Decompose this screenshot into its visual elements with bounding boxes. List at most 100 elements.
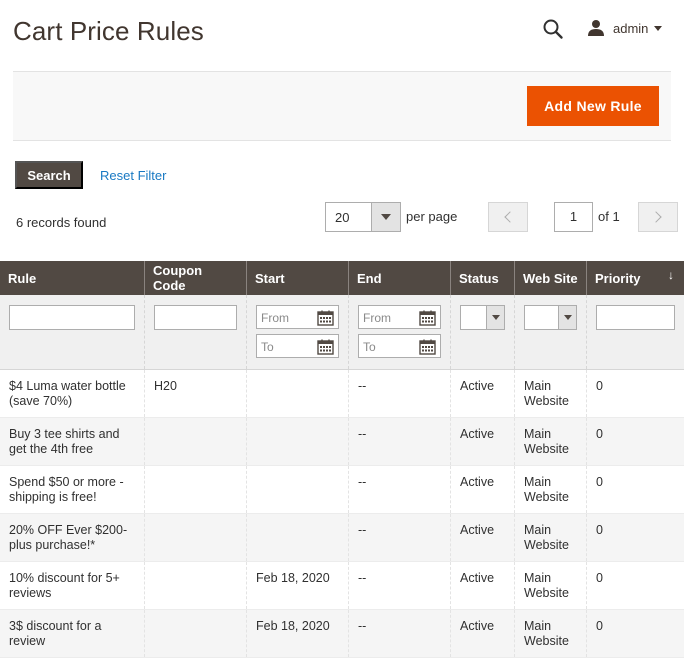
website-cell: Main Website (515, 514, 587, 561)
date-placeholder: To (363, 340, 376, 354)
coupon-cell (145, 610, 247, 657)
website-cell: Main Website (515, 610, 587, 657)
caret-down-icon (654, 25, 663, 31)
table-row[interactable]: 10% discount for 5+ reviews Feb 18, 2020… (0, 562, 684, 610)
end-cell: -- (349, 466, 451, 513)
dropdown-arrow-icon (381, 214, 391, 220)
table-row[interactable]: 3$ discount for a review Feb 18, 2020 --… (0, 610, 684, 658)
table-row[interactable]: Spend $50 or more - shipping is free! --… (0, 466, 684, 514)
date-placeholder: From (363, 311, 391, 325)
coupon-cell (145, 466, 247, 513)
filter-row: From To From To (0, 295, 684, 370)
column-header-label: Status (459, 270, 499, 286)
coupon-cell: H20 (145, 370, 247, 417)
website-filter-select[interactable] (524, 305, 577, 330)
start-cell (247, 418, 349, 465)
add-new-rule-button[interactable]: Add New Rule (527, 86, 659, 126)
chevron-right-icon (650, 211, 662, 223)
coupon-code-filter-input[interactable] (154, 305, 237, 330)
admin-username: admin (613, 20, 649, 36)
per-page-select[interactable]: 20 (325, 202, 401, 232)
next-page-button[interactable] (638, 202, 678, 232)
column-header-end[interactable]: End (349, 261, 451, 295)
sort-descending-icon: ↓ (668, 268, 674, 282)
column-header-start[interactable]: Start (247, 261, 349, 295)
website-filter-toggle[interactable] (558, 306, 576, 329)
website-cell: Main Website (515, 418, 587, 465)
page-title: Cart Price Rules (13, 16, 204, 46)
status-cell: Active (451, 562, 515, 609)
rule-cell: Buy 3 tee shirts and get the 4th free (0, 418, 145, 465)
per-page-dropdown-toggle[interactable] (371, 203, 400, 231)
reset-filter-link[interactable]: Reset Filter (100, 168, 166, 183)
calendar-icon[interactable] (419, 310, 436, 326)
date-placeholder: From (261, 311, 289, 325)
rule-cell: Spend $50 or more - shipping is free! (0, 466, 145, 513)
rule-filter-input[interactable] (9, 305, 135, 330)
priority-cell: 0 (596, 475, 603, 489)
status-cell: Active (451, 514, 515, 561)
user-icon (588, 20, 604, 36)
status-cell: Active (451, 370, 515, 417)
coupon-cell (145, 418, 247, 465)
priority-cell: 0 (596, 523, 603, 537)
column-header-priority[interactable]: Priority ↓ (587, 261, 684, 295)
status-filter-select[interactable] (460, 305, 505, 330)
start-cell (247, 370, 349, 417)
cart-price-rules-grid: Rule Coupon Code Start End Status Web Si… (0, 261, 684, 658)
calendar-icon[interactable] (317, 310, 334, 326)
start-cell (247, 514, 349, 561)
current-page-input[interactable]: 1 (554, 202, 593, 232)
column-header-status[interactable]: Status (451, 261, 515, 295)
priority-filter-input[interactable] (596, 305, 675, 330)
coupon-cell (145, 514, 247, 561)
per-page-label: per page (406, 209, 458, 224)
column-header-rule[interactable]: Rule (0, 261, 145, 295)
table-row[interactable]: $4 Luma water bottle (save 70%) H20 -- A… (0, 370, 684, 418)
table-row[interactable]: 20% OFF Ever $200-plus purchase!* -- Act… (0, 514, 684, 562)
end-from-date-input[interactable]: From (358, 305, 441, 329)
end-cell: -- (349, 418, 451, 465)
previous-page-button[interactable] (488, 202, 528, 232)
search-icon[interactable] (542, 18, 564, 40)
rule-cell: $4 Luma water bottle (save 70%) (0, 370, 145, 417)
rule-cell: 3$ discount for a review (0, 610, 145, 657)
website-cell: Main Website (515, 466, 587, 513)
column-header-label: Coupon Code (153, 263, 203, 293)
end-cell: -- (349, 610, 451, 657)
search-button[interactable]: Search (15, 161, 83, 189)
coupon-cell (145, 562, 247, 609)
rule-cell: 20% OFF Ever $200-plus purchase!* (0, 514, 145, 561)
column-header-label: Web Site (523, 270, 578, 286)
end-cell: -- (349, 514, 451, 561)
status-cell: Active (451, 418, 515, 465)
table-row[interactable]: Buy 3 tee shirts and get the 4th free --… (0, 418, 684, 466)
dropdown-arrow-icon (563, 315, 572, 320)
calendar-icon[interactable] (419, 339, 436, 355)
website-cell: Main Website (515, 370, 587, 417)
end-cell: -- (349, 370, 451, 417)
end-to-date-input[interactable]: To (358, 334, 441, 358)
start-cell: Feb 18, 2020 (247, 610, 349, 657)
chevron-left-icon (504, 211, 516, 223)
column-header-label: Start (255, 270, 285, 286)
start-to-date-input[interactable]: To (256, 334, 339, 358)
column-header-coupon-code[interactable]: Coupon Code (145, 261, 247, 295)
date-placeholder: To (261, 340, 274, 354)
per-page-value: 20 (335, 210, 350, 225)
rule-cell: 10% discount for 5+ reviews (0, 562, 145, 609)
grid-body: $4 Luma water bottle (save 70%) H20 -- A… (0, 370, 684, 658)
column-header-label: End (357, 270, 382, 286)
calendar-icon[interactable] (317, 339, 334, 355)
status-cell: Active (451, 466, 515, 513)
column-header-web-site[interactable]: Web Site (515, 261, 587, 295)
status-cell: Active (451, 610, 515, 657)
start-from-date-input[interactable]: From (256, 305, 339, 329)
end-cell: -- (349, 562, 451, 609)
priority-cell: 0 (596, 379, 603, 393)
status-filter-toggle[interactable] (486, 306, 504, 329)
records-found-count: 6 records found (16, 215, 107, 230)
admin-account-menu[interactable]: admin (587, 18, 663, 38)
grid-header: Rule Coupon Code Start End Status Web Si… (0, 261, 684, 295)
dropdown-arrow-icon (491, 315, 500, 320)
